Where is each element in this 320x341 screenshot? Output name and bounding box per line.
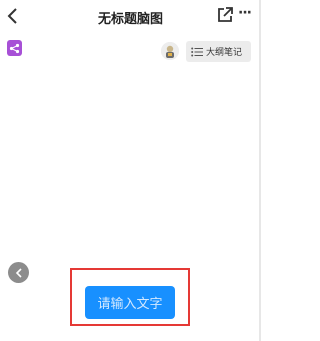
text-input-button[interactable]: 请输入文字 bbox=[85, 286, 175, 319]
top-bar: 无标题脑图 ··· bbox=[0, 0, 261, 36]
share-button[interactable] bbox=[216, 6, 234, 24]
collapse-panel-button[interactable] bbox=[8, 262, 29, 283]
avatar-icon bbox=[161, 42, 179, 60]
app-logo[interactable] bbox=[7, 40, 22, 56]
mindmap-logo-icon bbox=[9, 43, 20, 53]
right-edge-divider bbox=[259, 0, 261, 341]
user-avatar[interactable] bbox=[161, 42, 179, 60]
external-link-icon bbox=[218, 7, 233, 22]
more-options-button[interactable]: ··· bbox=[238, 6, 258, 24]
chevron-left-icon bbox=[15, 267, 22, 278]
list-icon bbox=[191, 47, 203, 56]
outline-notes-label: 大纲笔记 bbox=[206, 48, 243, 58]
outline-notes-button[interactable]: 大纲笔记 bbox=[186, 41, 251, 62]
